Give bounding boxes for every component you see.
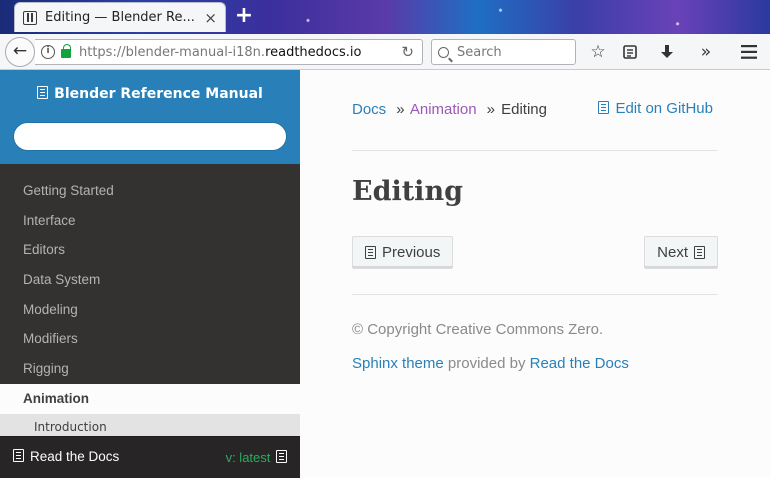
version-label: v: latest bbox=[225, 450, 271, 465]
edit-on-github-label: Edit on GitHub bbox=[615, 100, 713, 117]
read-the-docs-link[interactable]: Read the Docs bbox=[530, 355, 629, 372]
sidebar-subitem-introduction[interactable]: Introduction bbox=[0, 413, 300, 436]
book-icon bbox=[37, 86, 49, 99]
version-badge: v: latest bbox=[226, 450, 287, 465]
info-icon[interactable]: i bbox=[41, 45, 55, 59]
url-bar[interactable]: i https://blender-manual-i18n.readthedoc… bbox=[35, 39, 423, 65]
bookmark-star-icon[interactable]: ☆ bbox=[585, 39, 611, 65]
nav-menu: Getting Started Interface Editors Data S… bbox=[0, 176, 300, 436]
book-favicon-icon bbox=[23, 10, 37, 25]
breadcrumb-current: Editing bbox=[501, 101, 547, 118]
sphinx-theme-link[interactable]: Sphinx theme bbox=[352, 355, 444, 372]
footer-credits: Sphinx theme provided by Read the Docs bbox=[352, 355, 629, 372]
reload-icon[interactable]: ↻ bbox=[401, 43, 414, 61]
breadcrumb: Docs » Animation » Editing bbox=[352, 101, 547, 118]
breadcrumb-docs[interactable]: Docs bbox=[352, 101, 386, 118]
url-text[interactable]: https://blender-manual-i18n.readthedocs.… bbox=[79, 45, 362, 60]
breadcrumb-separator: » bbox=[486, 101, 495, 118]
arrow-left-icon bbox=[365, 246, 376, 259]
url-domain: readthedocs.io bbox=[265, 44, 362, 60]
previous-label: Previous bbox=[382, 244, 441, 261]
breadcrumb-separator: » bbox=[396, 101, 405, 118]
previous-button[interactable]: Previous bbox=[352, 236, 454, 269]
sidebar-item-animation[interactable]: Animation bbox=[0, 383, 300, 414]
sidebar-item-data-system[interactable]: Data System bbox=[0, 265, 300, 295]
search-placeholder: Search bbox=[457, 44, 502, 60]
new-tab-button[interactable]: + bbox=[232, 4, 256, 28]
copyright-text: © Copyright Creative Commons Zero. bbox=[352, 321, 604, 338]
main-content: Docs» Animation» Editing Edit on GitHub … bbox=[300, 70, 770, 478]
next-button[interactable]: Next bbox=[644, 236, 718, 269]
credits-middle: provided by bbox=[443, 355, 530, 372]
tab-title: Editing — Blender Re... bbox=[45, 10, 195, 25]
sidebar-item-modifiers[interactable]: Modifiers bbox=[0, 324, 300, 354]
site-title-link[interactable]: Blender Reference Manual bbox=[0, 86, 300, 102]
close-tab-icon[interactable]: × bbox=[204, 9, 217, 27]
overflow-icon[interactable]: » bbox=[693, 39, 719, 65]
download-icon[interactable] bbox=[654, 39, 680, 65]
rtd-version-switcher[interactable]: Read the Docs v: latest bbox=[0, 436, 300, 478]
lock-icon bbox=[61, 44, 71, 58]
search-bar[interactable]: Search bbox=[431, 39, 576, 65]
hamburger-menu-icon[interactable] bbox=[736, 39, 762, 65]
sidebar-item-modeling[interactable]: Modeling bbox=[0, 295, 300, 325]
docs-search-input[interactable] bbox=[13, 122, 287, 151]
book-icon bbox=[13, 449, 24, 462]
site-title: Blender Reference Manual bbox=[54, 86, 263, 102]
divider bbox=[352, 150, 718, 151]
caret-book-icon bbox=[276, 450, 287, 463]
next-label: Next bbox=[657, 244, 688, 261]
browser-tab[interactable]: Editing — Blender Re... × bbox=[14, 2, 226, 32]
divider bbox=[352, 294, 718, 295]
back-button[interactable]: ← bbox=[5, 37, 35, 67]
navigation-toolbar: ← i https://blender-manual-i18n.readthed… bbox=[0, 34, 770, 70]
github-icon bbox=[598, 101, 610, 114]
edit-on-github-link[interactable]: Edit on GitHub bbox=[598, 100, 713, 117]
sidebar-header: Blender Reference Manual bbox=[0, 70, 300, 164]
browser-tab-strip: Editing — Blender Re... × + bbox=[0, 0, 770, 34]
sidebar-item-editors[interactable]: Editors bbox=[0, 235, 300, 265]
sidebar: Blender Reference Manual Getting Started… bbox=[0, 70, 300, 478]
arrow-right-icon bbox=[694, 246, 705, 259]
sidebar-item-getting-started[interactable]: Getting Started bbox=[0, 176, 300, 206]
breadcrumb-animation[interactable]: Animation bbox=[410, 101, 477, 118]
sidebar-item-rigging[interactable]: Rigging bbox=[0, 354, 300, 384]
back-arrow-icon: ← bbox=[12, 41, 28, 61]
sidebar-subitem-label: Introduction bbox=[34, 419, 107, 434]
rtd-label: Read the Docs bbox=[30, 449, 120, 464]
page-title: Editing bbox=[352, 176, 463, 207]
rtd-label-wrap: Read the Docs bbox=[13, 449, 119, 464]
reading-list-icon[interactable] bbox=[617, 39, 643, 65]
search-icon bbox=[438, 46, 449, 58]
url-prefix: https://blender-manual-i18n. bbox=[79, 44, 266, 60]
sidebar-item-interface[interactable]: Interface bbox=[0, 206, 300, 236]
